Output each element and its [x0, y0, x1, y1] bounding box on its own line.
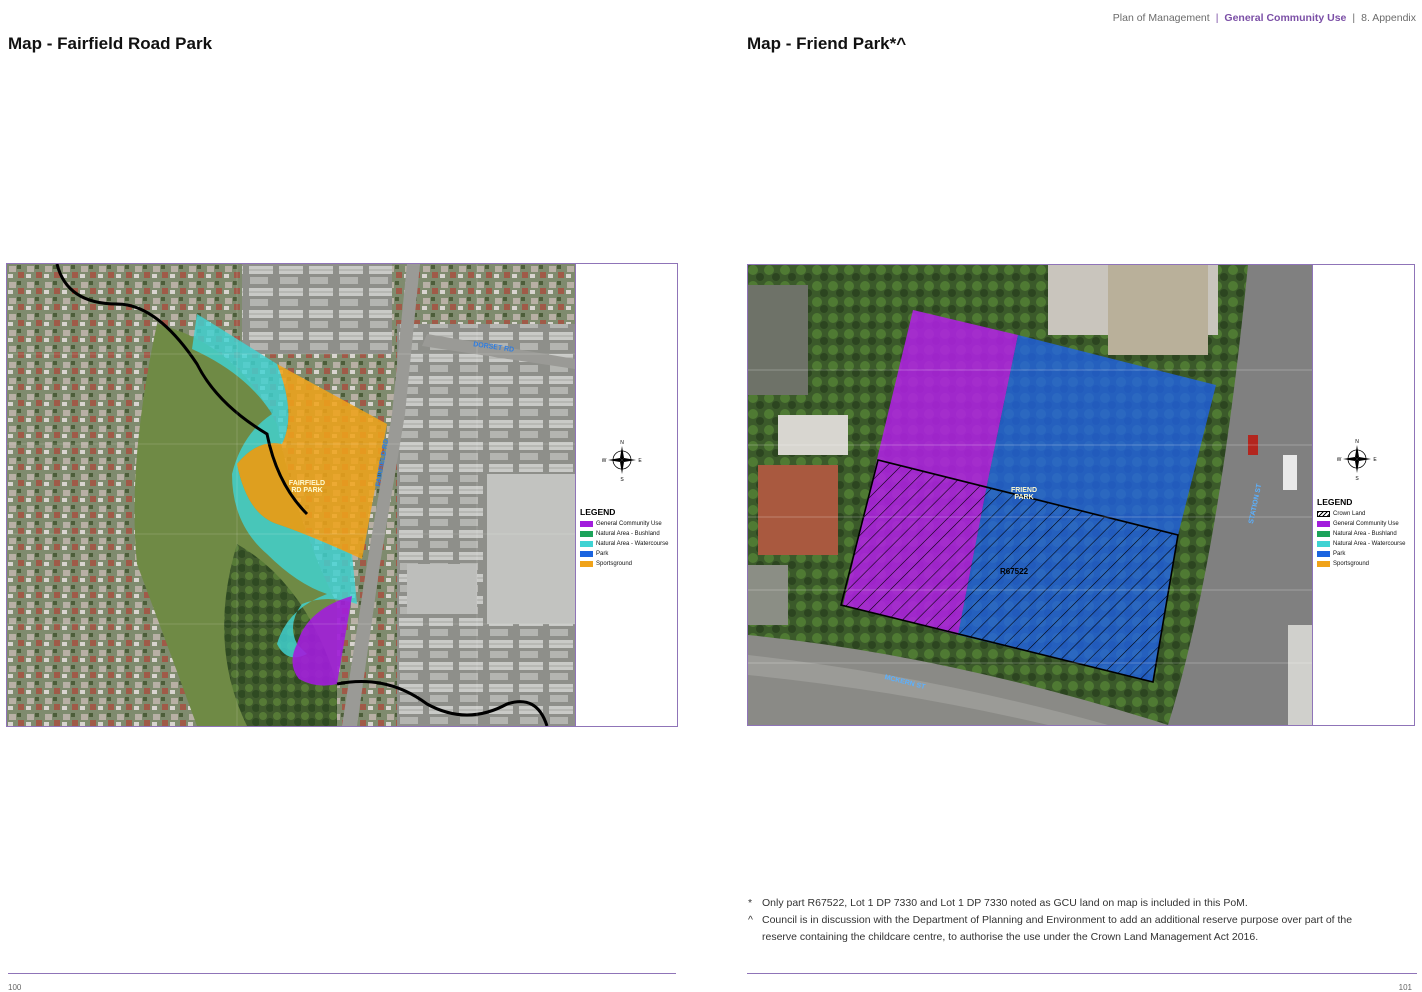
legend-list: General Community Use Natural Area - Bush…	[580, 519, 668, 569]
legend-title: LEGEND	[580, 507, 616, 517]
legend-label: General Community Use	[1333, 521, 1399, 527]
legend-item: Natural Area - Watercourse	[580, 539, 668, 549]
footnote-mark: ^	[748, 914, 753, 926]
legend-label: Natural Area - Bushland	[596, 531, 660, 537]
park-label-friend: FRIEND PARK	[1004, 487, 1044, 501]
park-label-line2: RD PARK	[291, 487, 323, 494]
legend-swatch	[1317, 531, 1330, 537]
legend-swatch	[580, 521, 593, 527]
breadcrumb-separator: |	[1352, 12, 1356, 24]
fairfield-legend-panel: N S E W LEGEND General Community Use Natu…	[575, 264, 677, 726]
legend-item: Sportsground	[580, 559, 668, 569]
legend-swatch	[1317, 551, 1330, 557]
legend-label: Sportsground	[596, 561, 633, 567]
legend-label: Crown Land	[1333, 511, 1366, 517]
compass-n: N	[620, 440, 624, 446]
breadcrumb: Plan of Management | General Community Use…	[1113, 12, 1416, 24]
footnote: * Only part R67522, Lot 1 DP 7330 and Lot…	[748, 895, 1388, 912]
park-label-fairfield: FAIRFIELD RD PARK	[285, 480, 329, 494]
breadcrumb-separator: |	[1215, 12, 1219, 24]
footnote-text: Only part R67522, Lot 1 DP 7330 and Lot …	[762, 897, 1248, 909]
footnotes: * Only part R67522, Lot 1 DP 7330 and Lot…	[748, 895, 1388, 946]
legend-label: Natural Area - Watercourse	[1333, 541, 1406, 547]
park-label-line1: FAIRFIELD	[288, 480, 326, 487]
legend-item: Park	[580, 549, 668, 559]
legend-item: General Community Use	[580, 519, 668, 529]
legend-swatch	[1317, 521, 1330, 527]
footer-rule-right	[747, 973, 1417, 974]
fairfield-map-frame: FAIRFIELD RD DORSET RD FAIRFIELD RD PARK…	[6, 263, 678, 727]
legend-swatch	[1317, 541, 1330, 547]
legend-item: General Community Use	[1317, 519, 1405, 529]
legend-item: Natural Area - Bushland	[580, 529, 668, 539]
page-number-right: 101	[1398, 983, 1412, 992]
legend-swatch	[580, 541, 593, 547]
compass-e: E	[1373, 457, 1377, 463]
fairfield-map-image	[7, 264, 575, 726]
legend-label: Sportsground	[1333, 561, 1370, 567]
breadcrumb-plan-of-management: Plan of Management	[1112, 12, 1210, 24]
page-number-left: 100	[8, 983, 22, 992]
breadcrumb-appendix: 8. Appendix	[1361, 12, 1416, 24]
legend-list: Crown Land General Community Use Natural A…	[1317, 509, 1405, 569]
footer-rule-left	[8, 973, 676, 974]
legend-label: Natural Area - Watercourse	[596, 541, 669, 547]
breadcrumb-general-community-use: General Community Use	[1224, 12, 1347, 24]
legend-item: Natural Area - Watercourse	[1317, 539, 1405, 549]
legend-label: General Community Use	[596, 521, 662, 527]
legend-label: Natural Area - Bushland	[1333, 531, 1397, 537]
footnote-mark: *	[748, 897, 753, 909]
compass-n: N	[1355, 439, 1359, 445]
compass-rose-icon: N S E W	[602, 438, 643, 483]
legend-item: Natural Area - Bushland	[1317, 529, 1405, 539]
compass-s: S	[620, 477, 624, 482]
legend-item: Park	[1317, 549, 1405, 559]
legend-item: Crown Land	[1317, 509, 1405, 519]
compass-rose-icon: N S E W	[1337, 437, 1378, 482]
page-title-friend-park: Map - Friend Park*^	[747, 34, 907, 53]
legend-swatch	[580, 561, 593, 567]
park-label-line1: FRIEND	[1010, 487, 1038, 494]
legend-label: Park	[596, 551, 609, 557]
legend-swatch	[1317, 511, 1330, 517]
lot-label-r67522: R67522	[1000, 567, 1029, 576]
compass-w: W	[1337, 457, 1342, 463]
legend-swatch	[580, 531, 593, 537]
friend-park-map-frame: FRIEND PARK R67522 STATION ST MCKERN ST …	[747, 264, 1415, 726]
legend-title: LEGEND	[1317, 497, 1353, 507]
friend-park-aerial-map: FRIEND PARK R67522 STATION ST MCKERN ST	[748, 265, 1312, 725]
compass-e: E	[638, 458, 642, 464]
footnote-text: Council is in discussion with the Depart…	[762, 914, 1353, 943]
fairfield-aerial-map: FAIRFIELD RD DORSET RD FAIRFIELD RD PARK	[7, 264, 575, 726]
park-label-line2: PARK	[1014, 494, 1034, 501]
legend-swatch	[1317, 561, 1330, 567]
compass-s: S	[1355, 476, 1359, 481]
footnote: ^ Council is in discussion with the Depar…	[748, 912, 1388, 946]
compass-w: W	[602, 458, 607, 464]
legend-item: Sportsground	[1317, 559, 1405, 569]
legend-swatch	[580, 551, 593, 557]
friend-park-legend-panel: N S E W LEGEND Crown Land General Communi…	[1312, 265, 1414, 725]
page-title-fairfield-road-park: Map - Fairfield Road Park	[8, 34, 213, 53]
legend-label: Park	[1333, 551, 1346, 557]
